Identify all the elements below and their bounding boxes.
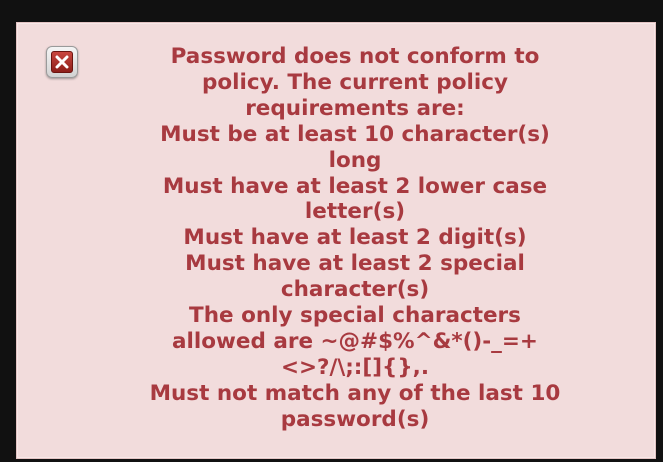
message-line: requirements are: [245,95,465,121]
message-line: Must have at least 2 special [185,251,525,277]
message-line: <>?/\;:[]{},. [280,354,429,380]
error-dialog: Password does not conform to policy. The… [16,22,656,459]
close-button[interactable] [46,46,78,78]
message-line: password(s) [280,406,430,432]
message-line: The only special characters [189,303,521,329]
message-line: long [328,147,382,173]
message-line: character(s) [280,277,430,303]
dialog-frame: Password does not conform to policy. The… [0,0,663,462]
message-line: Password does not conform to [170,44,540,69]
message-line: Must have at least 2 digit(s) [183,225,527,251]
close-x-icon [51,51,73,73]
message-line: Must not match any of the last 10 [149,380,561,406]
message-line: Must be at least 10 character(s) [160,121,550,147]
message-line: allowed are ~@#$%^&*()-_=+ [172,328,538,354]
message-line: letter(s) [304,199,406,225]
message-line: Must have at least 2 lower case [162,173,548,199]
message-line: policy. The current policy [202,69,508,95]
policy-error-message: Password does not conform to policy. The… [112,44,598,433]
